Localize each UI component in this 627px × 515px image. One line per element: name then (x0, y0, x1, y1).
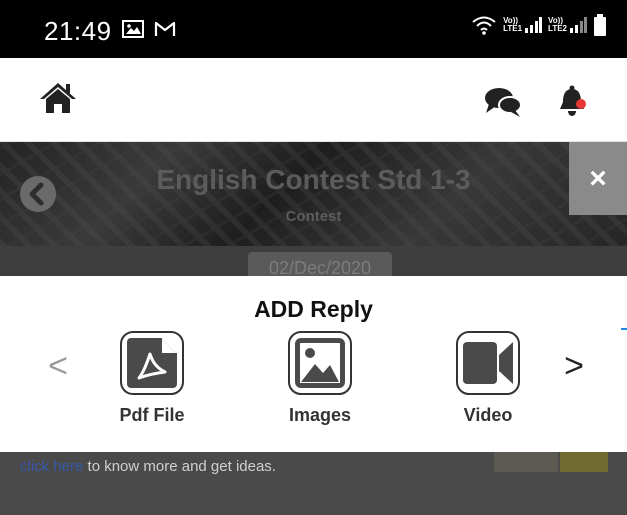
video-label: Video (463, 405, 513, 425)
pdf-file-option[interactable]: Pdf File (102, 330, 202, 440)
notifications-button[interactable] (558, 84, 588, 118)
wifi-icon (472, 16, 496, 35)
chat-icon (485, 88, 522, 117)
status-right-icons: Vo)) LTE1 Vo)) LTE2 (471, 14, 607, 36)
contest-subtitle: Contest (285, 208, 342, 225)
pdf-file-label: Pdf File (119, 405, 185, 425)
info-text: click here to know more and get ideas. (20, 458, 276, 475)
images-option[interactable]: Images (270, 330, 370, 440)
gmail-icon (154, 21, 176, 36)
video-option[interactable]: Video (438, 330, 538, 440)
sim1-lte-label: LTE1 (503, 24, 523, 33)
images-label: Images (288, 405, 352, 425)
previous-button[interactable]: < (44, 346, 72, 386)
click-here-link[interactable]: click here (20, 458, 83, 475)
thumbnail (560, 452, 608, 472)
add-reply-sheet: ADD Reply < > Pdf File Images Video (0, 276, 627, 452)
sim2-lte-label: LTE2 (548, 24, 567, 33)
pdf-file-icon (120, 331, 184, 395)
accent-line (621, 328, 627, 330)
gallery-icon (122, 20, 144, 38)
background-content: click here to know more and get ideas. (0, 452, 627, 515)
modal-title: ADD Reply (254, 296, 373, 322)
status-time: 21:49 (44, 16, 112, 46)
chat-button[interactable] (484, 86, 522, 118)
close-button[interactable]: × (569, 142, 627, 215)
thumbnail (494, 452, 558, 472)
info-text-rest: to know more and get ideas. (83, 458, 276, 475)
battery-icon (594, 14, 606, 36)
volte-lte1-signal-icon: Vo)) LTE1 (503, 17, 543, 33)
next-button[interactable]: > (560, 346, 588, 386)
status-bar: 21:49 Vo)) LTE1 Vo)) LTE2 (0, 0, 627, 58)
home-icon (40, 83, 76, 113)
bell-icon (560, 85, 586, 116)
status-left-icons (122, 20, 176, 38)
volte-lte2-signal-icon: Vo)) LTE2 (548, 17, 587, 33)
image-icon (288, 331, 352, 395)
video-icon (456, 331, 520, 395)
home-button[interactable] (38, 80, 78, 116)
app-header (0, 58, 627, 142)
contest-banner: English Contest Std 1-3 Contest × (0, 142, 627, 246)
contest-title: English Contest Std 1-3 (156, 164, 471, 195)
screen: { "status_bar": { "time": "21:49", "left… (0, 0, 627, 515)
date-strip: 02/Dec/2020 (0, 246, 627, 282)
